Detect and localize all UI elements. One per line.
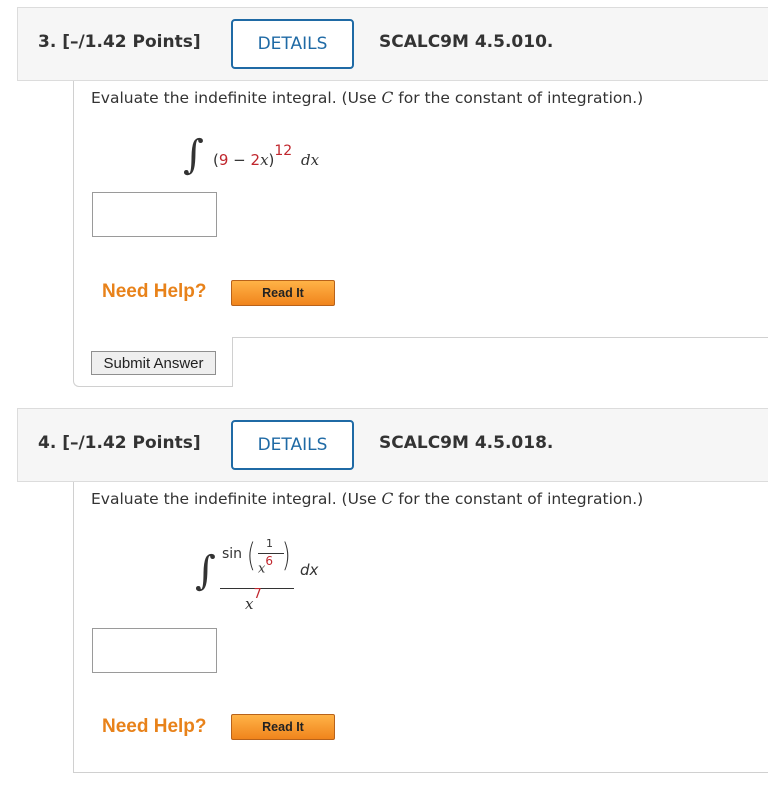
- paren-close: ): [281, 536, 291, 574]
- prompt-prefix: Evaluate the indefinite integral. (Use: [91, 89, 382, 107]
- main-denominator: x7: [245, 587, 262, 613]
- term-var: x: [260, 151, 269, 169]
- den-exp: 7: [253, 587, 262, 602]
- question-3-need-help: Need Help?: [102, 281, 207, 302]
- term-b: 2: [250, 151, 261, 169]
- question-3-code: SCALC9M 4.5.010.: [379, 32, 554, 52]
- question-3-prompt: Evaluate the indefinite integral. (Use C…: [91, 89, 643, 107]
- question-4-title: 4. [–/1.42 Points]: [38, 433, 201, 453]
- question-3-answer-input[interactable]: [92, 192, 217, 237]
- question-4-code: SCALC9M 4.5.018.: [379, 433, 554, 453]
- minus-sign: −: [228, 151, 251, 169]
- question-3-integrand: (9 − 2x)12 dx: [213, 143, 320, 169]
- prompt-suffix: for the constant of integration.): [393, 490, 644, 508]
- prompt-suffix: for the constant of integration.): [393, 89, 644, 107]
- integral-sign-icon: ∫: [195, 548, 216, 594]
- prompt-variable: C: [381, 490, 394, 508]
- question-3-submit-button[interactable]: Submit Answer: [91, 351, 216, 375]
- question-4-answer-input[interactable]: [92, 628, 217, 673]
- inner-den-exp: 6: [265, 554, 273, 568]
- exponent: 12: [274, 143, 293, 159]
- question-4-prompt: Evaluate the indefinite integral. (Use C…: [91, 490, 643, 508]
- differential: dx: [301, 151, 320, 169]
- question-3-header: 3. [–/1.42 Points] DETAILS SCALC9M 4.5.0…: [17, 7, 768, 81]
- prompt-variable: C: [381, 89, 394, 107]
- question-3-details-button[interactable]: DETAILS: [231, 19, 354, 69]
- question-3-body-edge: [232, 337, 768, 387]
- inner-denominator: x6: [258, 554, 273, 576]
- question-4-fraction: sin ( 1 x6 ) x7: [220, 532, 296, 613]
- differential: dx: [300, 561, 319, 579]
- prompt-prefix: Evaluate the indefinite integral. (Use: [91, 490, 382, 508]
- inner-numerator: 1: [266, 537, 273, 550]
- question-3-read-it-button[interactable]: Read It: [231, 280, 335, 306]
- paren-open: (: [246, 536, 256, 574]
- question-3-title: 3. [–/1.42 Points]: [38, 32, 201, 52]
- sin-function: sin: [222, 546, 243, 562]
- question-4-header: 4. [–/1.42 Points] DETAILS SCALC9M 4.5.0…: [17, 408, 768, 482]
- question-4-need-help: Need Help?: [102, 716, 207, 737]
- question-4-read-it-button[interactable]: Read It: [231, 714, 335, 740]
- term-a: 9: [218, 151, 229, 169]
- integral-sign-icon: ∫: [183, 132, 204, 178]
- question-4-details-button[interactable]: DETAILS: [231, 420, 354, 470]
